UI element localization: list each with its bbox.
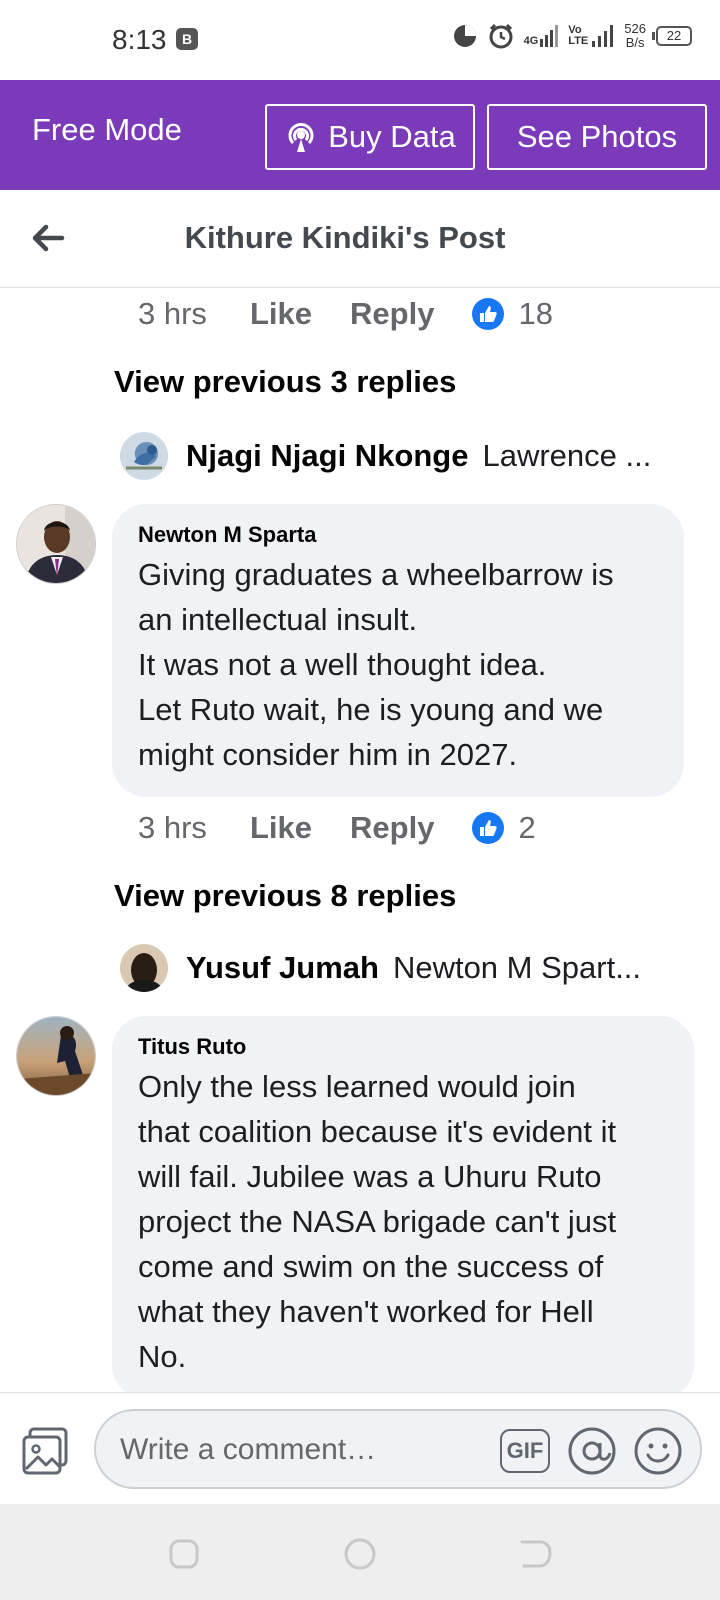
like-button[interactable]: Like	[250, 810, 312, 846]
home-icon[interactable]	[342, 1536, 378, 1572]
photo-icon[interactable]	[20, 1425, 72, 1477]
network-speed-unit: B/s	[625, 35, 645, 50]
reply-author-name[interactable]: Yusuf Jumah	[186, 950, 379, 986]
avatar[interactable]	[16, 1016, 96, 1096]
reply-snippet: Lawrence ...	[482, 438, 652, 473]
recents-icon[interactable]	[166, 1536, 202, 1572]
view-previous-replies-link[interactable]: View previous 8 replies	[114, 878, 456, 914]
back-icon[interactable]	[518, 1536, 554, 1572]
notification-badge-icon: B	[176, 28, 198, 50]
comment-line: project the NASA brigade can't just	[138, 1204, 617, 1239]
reply-preview[interactable]: Njagi Njagi Nkonge Lawrence ...	[120, 430, 680, 482]
comment-composer: Write a comment… GIF	[0, 1392, 720, 1504]
status-time: 8:13	[112, 24, 167, 55]
battery-icon: 22	[652, 26, 692, 46]
comment-line: come and swim on the success of	[138, 1249, 604, 1284]
like-button[interactable]: Like	[250, 296, 312, 332]
mention-icon[interactable]	[566, 1425, 618, 1477]
see-photos-button[interactable]: See Photos	[487, 104, 707, 170]
buy-data-label: Buy Data	[328, 119, 456, 154]
post-header: Kithure Kindiki's Post	[0, 190, 720, 288]
broadcast-icon	[288, 123, 314, 152]
thumbs-up-icon	[472, 812, 505, 844]
comment-line: will fail. Jubilee was a Uhuru Ruto	[138, 1159, 602, 1194]
network-speed-value: 526	[624, 21, 646, 36]
network-type-label: 4G	[523, 35, 539, 47]
comment-author[interactable]: Titus Ruto	[138, 1034, 668, 1060]
signal-4g-icon: 4G	[524, 25, 559, 47]
avatar	[120, 432, 168, 480]
comment-time: 3 hrs	[138, 810, 207, 845]
reply-button[interactable]: Reply	[350, 296, 434, 332]
comment-line: Only the less learned would join	[138, 1069, 576, 1104]
reply-snippet: Newton M Spart...	[392, 950, 642, 985]
comment-meta-row: 3 hrs Like Reply 2	[138, 808, 536, 848]
comment-line: an intellectual insult.	[138, 602, 418, 637]
free-mode-bar: Free Mode Buy Data See Photos	[0, 80, 720, 190]
comment-time: 3 hrs	[138, 296, 207, 331]
comment-placeholder: Write a comment…	[120, 1433, 377, 1466]
volte-label: Vo LTE	[568, 24, 589, 47]
comment-text: Giving graduates a wheelbarrow is an int…	[138, 552, 658, 777]
thumbs-up-icon	[472, 298, 505, 330]
comment-line: that coalition because it's evident it	[138, 1114, 617, 1149]
comment-meta-row: 3 hrs Like Reply 18	[138, 294, 553, 334]
reply-author-name[interactable]: Njagi Njagi Nkonge	[186, 438, 468, 474]
comment-author[interactable]: Newton M Sparta	[138, 522, 658, 548]
system-navigation-bar	[0, 1504, 720, 1600]
see-photos-label: See Photos	[516, 119, 678, 154]
comment-input[interactable]: Write a comment… GIF	[94, 1409, 702, 1489]
view-previous-replies-link[interactable]: View previous 3 replies	[114, 364, 456, 400]
status-bar: 8:13 B 4G Vo LTE 526 B/s 22	[0, 0, 720, 80]
avatar[interactable]	[16, 504, 96, 584]
comment-line: No.	[138, 1339, 187, 1374]
emoji-icon[interactable]	[632, 1425, 684, 1477]
comment-line: might consider him in 2027.	[138, 737, 518, 772]
comment-line: It was not a well thought idea.	[138, 647, 547, 682]
comment-line: Let Ruto wait, he is young and we	[138, 692, 604, 727]
status-icons: 4G Vo LTE 526 B/s 22	[452, 22, 692, 50]
data-usage-icon	[453, 25, 476, 47]
reply-button[interactable]: Reply	[350, 810, 434, 846]
page-title: Kithure Kindiki's Post	[184, 220, 506, 255]
reply-preview[interactable]: Yusuf Jumah Newton M Spart...	[120, 942, 680, 994]
reaction-count[interactable]: 2	[518, 810, 535, 846]
network-speed: 526 B/s	[624, 22, 646, 50]
gif-icon[interactable]: GIF	[500, 1429, 550, 1473]
comment-text: Only the less learned would join that co…	[138, 1064, 668, 1379]
buy-data-button[interactable]: Buy Data	[265, 104, 475, 170]
avatar	[120, 944, 168, 992]
comment-line: what they haven't worked for Hell	[138, 1294, 594, 1329]
alarm-icon	[489, 23, 513, 49]
volte-signal-icon: Vo LTE	[568, 25, 614, 47]
comment-line: Giving graduates a wheelbarrow is	[138, 557, 614, 592]
comment-bubble[interactable]: Newton M Sparta Giving graduates a wheel…	[112, 504, 684, 797]
reaction-count[interactable]: 18	[518, 296, 552, 332]
free-mode-label: Free Mode	[32, 112, 182, 147]
comment-bubble[interactable]: Titus Ruto Only the less learned would j…	[112, 1016, 694, 1399]
